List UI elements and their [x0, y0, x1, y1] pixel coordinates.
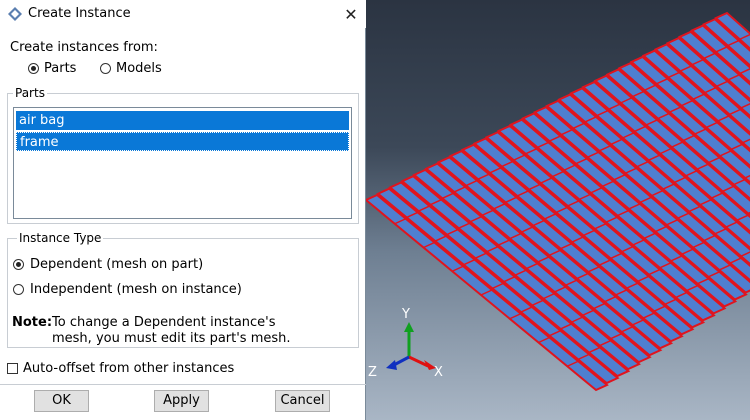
button-separator — [0, 384, 366, 385]
models-radio[interactable] — [100, 63, 111, 74]
parts-listbox[interactable]: air bag frame — [13, 107, 352, 219]
z-axis-label: Z — [368, 365, 377, 380]
close-icon: ✕ — [344, 4, 358, 24]
dialog-titlebar[interactable]: Create Instance ✕ — [0, 0, 366, 28]
create-from-label: Create instances from: — [10, 40, 158, 55]
models-radio-label[interactable]: Models — [116, 61, 162, 76]
independent-radio[interactable] — [13, 284, 24, 295]
list-item[interactable]: frame — [16, 132, 349, 151]
auto-offset-label[interactable]: Auto-offset from other instances — [23, 361, 234, 376]
ok-button[interactable]: OK — [34, 390, 89, 412]
instance-type-title: Instance Type — [17, 231, 104, 245]
independent-radio-label[interactable]: Independent (mesh on instance) — [30, 282, 242, 297]
x-axis-label: X — [434, 365, 443, 380]
dependent-radio[interactable] — [13, 259, 24, 270]
close-button[interactable]: ✕ — [336, 0, 366, 28]
note-text-line1: To change a Dependent instance's — [52, 315, 276, 330]
parts-radio[interactable] — [28, 63, 39, 74]
note-label: Note: — [12, 315, 53, 330]
dialog-title: Create Instance — [28, 6, 131, 21]
abaqus-app-icon — [8, 7, 22, 21]
auto-offset-checkbox[interactable] — [7, 363, 18, 374]
cancel-button[interactable]: Cancel — [275, 390, 330, 412]
dependent-radio-label[interactable]: Dependent (mesh on part) — [30, 257, 203, 272]
z-axis-arrow — [386, 360, 397, 370]
model-viewport[interactable]: Y Z X — [366, 0, 750, 420]
note-text-line2: mesh, you must edit its part's mesh. — [52, 331, 291, 346]
list-item[interactable]: air bag — [16, 111, 349, 130]
y-axis-label: Y — [401, 307, 410, 322]
parts-radio-label[interactable]: Parts — [44, 61, 76, 76]
create-instance-dialog: Create Instance ✕ Create instances from:… — [0, 0, 366, 420]
y-axis-arrow — [404, 322, 414, 332]
parts-group-title: Parts — [13, 86, 47, 100]
axis-triad: Y Z X — [368, 307, 443, 380]
apply-button[interactable]: Apply — [154, 390, 209, 412]
